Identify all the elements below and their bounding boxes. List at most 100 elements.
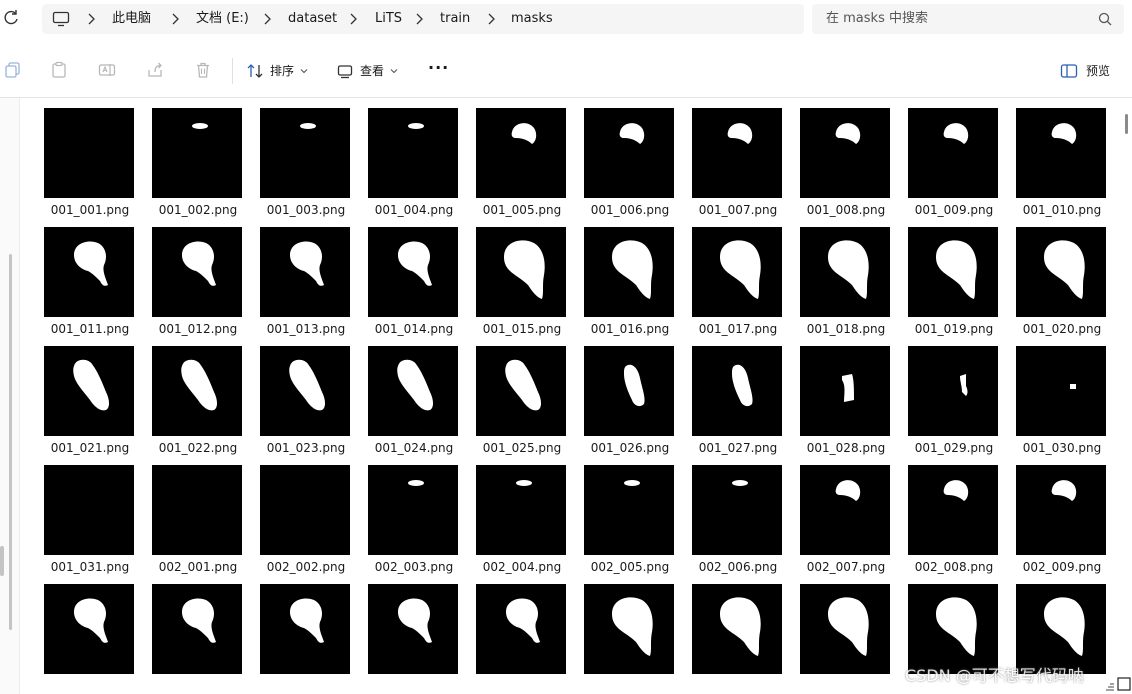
image-thumbnail[interactable] [152,346,242,436]
file-name[interactable]: 002_003.png [360,559,468,575]
image-thumbnail[interactable] [44,108,134,198]
view-button[interactable]: 查看 [336,58,406,84]
nav-scroll-thumb[interactable] [0,546,4,576]
search-icon[interactable] [1098,12,1112,26]
file-name[interactable]: 001_002.png [144,202,252,218]
image-thumbnail[interactable] [1016,108,1106,198]
image-thumbnail[interactable] [584,108,674,198]
file-name[interactable]: 001_028.png [792,440,900,456]
file-item[interactable]: 001_027.png [692,346,784,458]
file-item[interactable] [152,584,244,694]
image-thumbnail[interactable] [260,346,350,436]
file-name[interactable]: 001_011.png [36,321,144,337]
breadcrumb-item[interactable]: masks [511,10,553,28]
file-item[interactable]: 001_005.png [476,108,568,220]
file-name[interactable]: 001_022.png [144,440,252,456]
nav-scrollbar[interactable] [9,254,12,630]
file-item[interactable]: 002_001.png [152,465,244,577]
file-name[interactable]: 001_029.png [900,440,1008,456]
file-name[interactable]: 002_007.png [792,559,900,575]
file-name[interactable]: 001_019.png [900,321,1008,337]
file-item[interactable]: 001_025.png [476,346,568,458]
image-thumbnail[interactable] [260,108,350,198]
image-thumbnail[interactable] [1016,465,1106,555]
file-item[interactable]: 001_016.png [584,227,676,339]
file-name[interactable]: 002_001.png [144,559,252,575]
refresh-icon[interactable] [2,8,20,28]
image-thumbnail[interactable] [152,227,242,317]
image-thumbnail[interactable] [908,227,998,317]
file-item[interactable]: 002_006.png [692,465,784,577]
image-thumbnail[interactable] [476,584,566,674]
file-name[interactable]: 001_005.png [468,202,576,218]
image-thumbnail[interactable] [800,346,890,436]
file-item[interactable] [260,584,352,694]
image-thumbnail[interactable] [692,584,782,674]
file-item[interactable]: 001_011.png [44,227,136,339]
breadcrumb-item[interactable]: 文档 (E:) [196,10,249,28]
image-thumbnail[interactable] [692,108,782,198]
file-item[interactable]: 002_009.png [1016,465,1108,577]
file-name[interactable]: 001_024.png [360,440,468,456]
file-item[interactable]: 002_003.png [368,465,460,577]
file-item[interactable]: 001_023.png [260,346,352,458]
image-thumbnail[interactable] [368,346,458,436]
breadcrumb-item[interactable]: dataset [288,10,337,28]
file-name[interactable]: 002_004.png [468,559,576,575]
file-item[interactable]: 001_004.png [368,108,460,220]
image-thumbnail[interactable] [692,227,782,317]
file-name[interactable]: 001_009.png [900,202,1008,218]
file-item[interactable]: 001_008.png [800,108,892,220]
image-thumbnail[interactable] [800,227,890,317]
file-name[interactable]: 002_005.png [576,559,684,575]
file-name[interactable]: 001_016.png [576,321,684,337]
file-name[interactable]: 001_027.png [684,440,792,456]
image-thumbnail[interactable] [152,465,242,555]
file-name[interactable]: 001_013.png [252,321,360,337]
file-name[interactable]: 001_020.png [1008,321,1116,337]
image-thumbnail[interactable] [584,465,674,555]
vertical-scrollbar[interactable] [1125,114,1128,134]
image-thumbnail[interactable] [44,346,134,436]
chevron-right-icon[interactable] [86,12,96,26]
breadcrumb-item[interactable]: train [440,10,470,28]
file-name[interactable]: 001_031.png [36,559,144,575]
file-item[interactable]: 001_030.png [1016,346,1108,458]
file-item[interactable] [692,584,784,694]
file-item[interactable]: 001_022.png [152,346,244,458]
more-options-button[interactable]: ··· [428,58,450,84]
image-thumbnail[interactable] [1016,227,1106,317]
chevron-right-icon[interactable] [262,12,272,26]
file-name[interactable]: 001_025.png [468,440,576,456]
image-thumbnail[interactable] [692,465,782,555]
file-item[interactable]: 001_020.png [1016,227,1108,339]
image-thumbnail[interactable] [584,346,674,436]
image-thumbnail[interactable] [368,227,458,317]
rename-icon[interactable] [98,61,116,79]
file-item[interactable] [584,584,676,694]
image-thumbnail[interactable] [152,584,242,674]
file-item[interactable]: 001_024.png [368,346,460,458]
file-item[interactable]: 001_002.png [152,108,244,220]
image-thumbnail[interactable] [908,346,998,436]
image-thumbnail[interactable] [476,108,566,198]
breadcrumb-item[interactable]: 此电脑 [112,10,151,28]
image-thumbnail[interactable] [44,227,134,317]
file-item[interactable]: 001_014.png [368,227,460,339]
image-thumbnail[interactable] [476,227,566,317]
file-name[interactable]: 001_004.png [360,202,468,218]
file-name[interactable]: 001_008.png [792,202,900,218]
image-thumbnail[interactable] [1016,346,1106,436]
file-item[interactable]: 001_003.png [260,108,352,220]
image-thumbnail[interactable] [44,584,134,674]
sort-button[interactable]: 排序 [246,58,316,84]
breadcrumb-item[interactable]: LiTS [375,10,402,28]
image-thumbnail[interactable] [476,465,566,555]
file-item[interactable]: 002_002.png [260,465,352,577]
image-thumbnail[interactable] [1016,584,1106,674]
file-item[interactable]: 001_006.png [584,108,676,220]
file-item[interactable] [44,584,136,694]
file-name[interactable]: 001_012.png [144,321,252,337]
file-item[interactable]: 002_007.png [800,465,892,577]
file-item[interactable]: 001_029.png [908,346,1000,458]
